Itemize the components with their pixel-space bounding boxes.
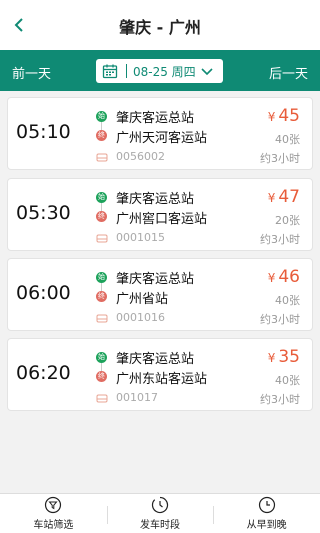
to-station: 广州窖口客运站 (116, 212, 208, 227)
from-station: 肇庆客运总站 (116, 111, 195, 126)
departure-time: 05:30 (16, 202, 71, 224)
price-value: 45 (278, 106, 300, 126)
tab-departure-period[interactable]: 发车时段 (106, 494, 214, 533)
departure-time: 05:10 (16, 121, 71, 143)
to-station: 广州天河客运站 (116, 131, 208, 146)
tab-label: 车站筛选 (33, 520, 74, 531)
end-mark: 终 (96, 130, 107, 141)
ticket-price: ¥47 (268, 187, 300, 207)
currency-symbol: ¥ (267, 110, 276, 124)
trip-duration: 约3小时 (260, 233, 300, 246)
schedule-number: 0001016 (116, 311, 165, 324)
clock-icon (258, 496, 275, 514)
date-divider (126, 64, 127, 78)
schedule-number: 0056002 (116, 150, 165, 163)
calendar-icon (102, 64, 118, 79)
ticket-price: ¥35 (268, 347, 300, 367)
chevron-down-icon (201, 68, 213, 76)
header: 肇庆 - 广州 (0, 0, 320, 50)
selected-date: 08-25 周四 (133, 64, 196, 79)
prev-day-button[interactable]: 前一天 (12, 63, 51, 82)
departure-time: 06:20 (16, 362, 71, 384)
trip-duration: 约3小时 (260, 313, 300, 326)
from-station: 肇庆客运总站 (116, 272, 195, 287)
start-mark: 始 (96, 272, 107, 283)
to-station: 广州省站 (116, 292, 169, 307)
filter-icon (45, 496, 62, 514)
tab-early-to-late[interactable]: 从早到晚 (213, 494, 320, 533)
price-value: 46 (278, 267, 300, 287)
end-mark: 终 (96, 211, 107, 222)
seats-left: 40张 (275, 374, 300, 387)
route-line (101, 283, 102, 291)
bus-icon (96, 153, 108, 162)
currency-symbol: ¥ (267, 351, 276, 365)
start-mark: 始 (96, 192, 107, 203)
trip-duration: 约3小时 (260, 152, 300, 165)
next-day-button[interactable]: 后一天 (269, 63, 308, 82)
bus-icon (96, 314, 108, 323)
price-value: 47 (278, 187, 300, 207)
route-line (101, 363, 102, 371)
trip-card[interactable]: 06:20 始 终 肇庆客运总站 广州东站客运站 001017 ¥35 40张 … (7, 338, 313, 411)
trip-card[interactable]: 05:30 始 终 肇庆客运总站 广州窖口客运站 0001015 ¥47 20张… (7, 178, 313, 251)
currency-symbol: ¥ (267, 271, 276, 285)
end-mark: 终 (96, 291, 107, 302)
from-station: 肇庆客运总站 (116, 352, 195, 367)
currency-symbol: ¥ (267, 191, 276, 205)
trip-card[interactable]: 05:10 始 终 肇庆客运总站 广州天河客运站 0056002 ¥45 40张… (7, 97, 313, 170)
schedule-number: 0001015 (116, 231, 165, 244)
trip-card[interactable]: 06:00 始 终 肇庆客运总站 广州省站 0001016 ¥46 40张 约3… (7, 258, 313, 331)
to-station: 广州东站客运站 (116, 372, 208, 387)
from-station: 肇庆客运总站 (116, 192, 195, 207)
clock-icon (151, 496, 169, 514)
price-value: 35 (278, 347, 300, 367)
bottom-tab-bar: 车站筛选 发车时段 从早到晚 (0, 493, 320, 533)
end-mark: 终 (96, 371, 107, 382)
bus-icon (96, 394, 108, 403)
seats-left: 20张 (275, 214, 300, 227)
date-selector[interactable]: 08-25 周四 (96, 59, 223, 83)
tab-label: 发车时段 (140, 520, 180, 531)
departure-time: 06:00 (16, 282, 71, 304)
start-mark: 始 (96, 111, 107, 122)
date-bar: 前一天 08-25 周四 后一天 (0, 50, 320, 91)
ticket-price: ¥46 (268, 267, 300, 287)
trip-duration: 约3小时 (260, 393, 300, 406)
bus-icon (96, 234, 108, 243)
page-title: 肇庆 - 广州 (119, 18, 201, 37)
tab-station-filter[interactable]: 车站筛选 (0, 494, 107, 533)
route-line (101, 203, 102, 211)
tab-label: 从早到晚 (246, 520, 287, 531)
schedule-number: 001017 (116, 391, 158, 404)
seats-left: 40张 (275, 294, 300, 307)
route-line (101, 122, 102, 130)
ticket-price: ¥45 (268, 106, 300, 126)
seats-left: 40张 (275, 133, 300, 146)
start-mark: 始 (96, 352, 107, 363)
